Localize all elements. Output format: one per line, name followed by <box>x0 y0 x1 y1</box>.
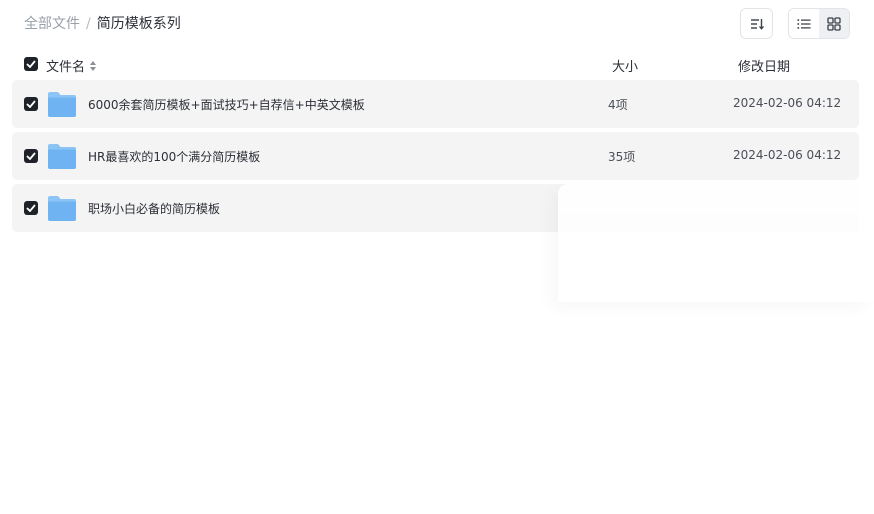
view-toggle <box>788 8 850 39</box>
file-date: 2024-02-06 04:12 <box>733 148 842 162</box>
column-name-header[interactable]: 文件名 <box>46 56 97 75</box>
list-view-icon <box>797 18 811 29</box>
column-date-header[interactable]: 修改日期 <box>738 56 790 75</box>
folder-icon <box>48 144 76 169</box>
row-checkbox[interactable] <box>24 201 38 215</box>
file-name[interactable]: 6000余套简历模板+面试技巧+自荐信+中英文模板 <box>88 96 365 113</box>
file-browser: 全部文件 / 简历模板系列 文件名 大小 修改日期 6000余套简历模板+面试技… <box>0 0 874 514</box>
file-row[interactable]: 6000余套简历模板+面试技巧+自荐信+中英文模板 4项 2024-02-06 … <box>12 80 859 128</box>
breadcrumb: 全部文件 / 简历模板系列 <box>24 15 181 33</box>
breadcrumb-root[interactable]: 全部文件 <box>24 15 80 33</box>
grid-view-button[interactable] <box>819 9 849 38</box>
list-header: 文件名 大小 修改日期 <box>12 52 859 76</box>
file-name[interactable]: 职场小白必备的简历模板 <box>88 200 220 217</box>
row-checkbox[interactable] <box>24 97 38 111</box>
select-all-checkbox[interactable] <box>24 57 38 71</box>
check-icon <box>26 204 36 212</box>
file-size: 35项 <box>608 150 636 164</box>
file-row[interactable]: HR最喜欢的100个满分简历模板 35项 2024-02-06 04:12 <box>12 132 859 180</box>
column-size-header[interactable]: 大小 <box>612 56 638 75</box>
check-icon <box>26 60 36 68</box>
file-date: 2024-02-06 04:12 <box>733 96 842 110</box>
file-size: 4项 <box>608 98 628 112</box>
fade-overlay <box>558 184 874 302</box>
file-name[interactable]: HR最喜欢的100个满分简历模板 <box>88 148 260 165</box>
check-icon <box>26 152 36 160</box>
column-name-label: 文件名 <box>46 60 86 75</box>
grid-view-icon <box>827 16 841 31</box>
list-view-button[interactable] <box>789 9 819 38</box>
folder-icon <box>48 196 76 221</box>
folder-icon <box>48 92 76 117</box>
sort-icon <box>750 18 764 30</box>
breadcrumb-separator: / <box>86 16 91 32</box>
sort-button[interactable] <box>740 8 773 39</box>
sort-arrows-icon <box>90 60 97 71</box>
breadcrumb-current: 简历模板系列 <box>96 16 181 32</box>
check-icon <box>26 100 36 108</box>
row-checkbox[interactable] <box>24 149 38 163</box>
